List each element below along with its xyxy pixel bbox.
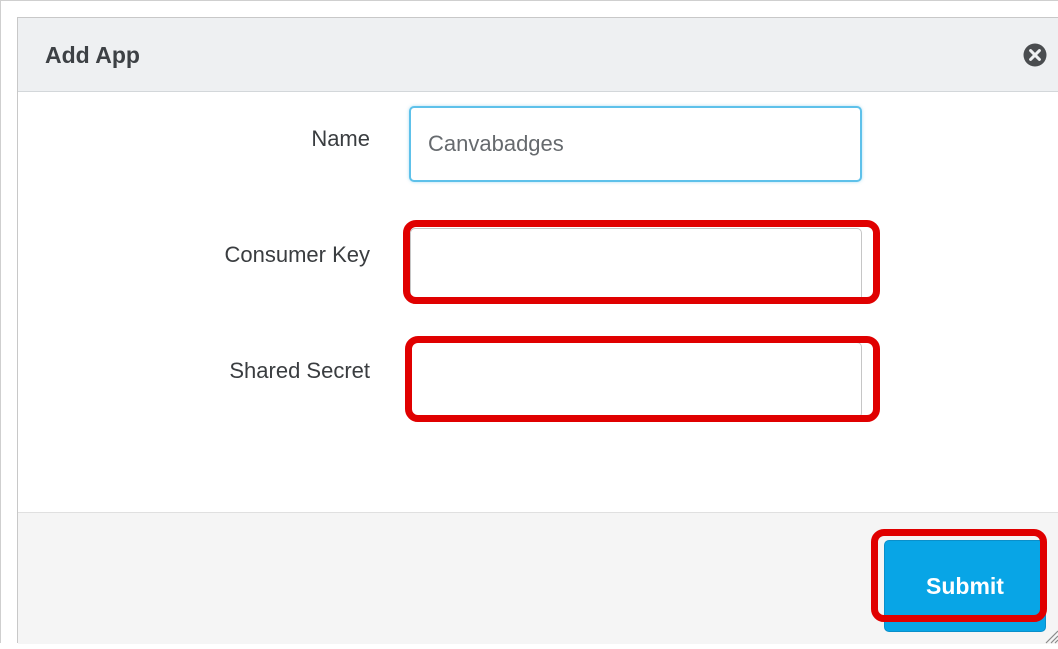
shared-secret-label: Shared Secret: [229, 358, 370, 383]
add-app-dialog: Add App Name Consumer Key Shared Secret …: [17, 17, 1058, 644]
name-label: Name: [311, 126, 370, 151]
resize-grip-icon[interactable]: [1043, 628, 1058, 644]
close-icon[interactable]: [1022, 42, 1048, 68]
submit-button[interactable]: Submit: [884, 540, 1046, 632]
name-input[interactable]: [409, 106, 862, 182]
consumer-key-label: Consumer Key: [224, 242, 370, 267]
consumer-key-input[interactable]: [410, 228, 862, 304]
dialog-title: Add App: [45, 42, 140, 68]
dialog-title-bar: Add App: [18, 18, 1058, 92]
shared-secret-input[interactable]: [411, 342, 862, 418]
